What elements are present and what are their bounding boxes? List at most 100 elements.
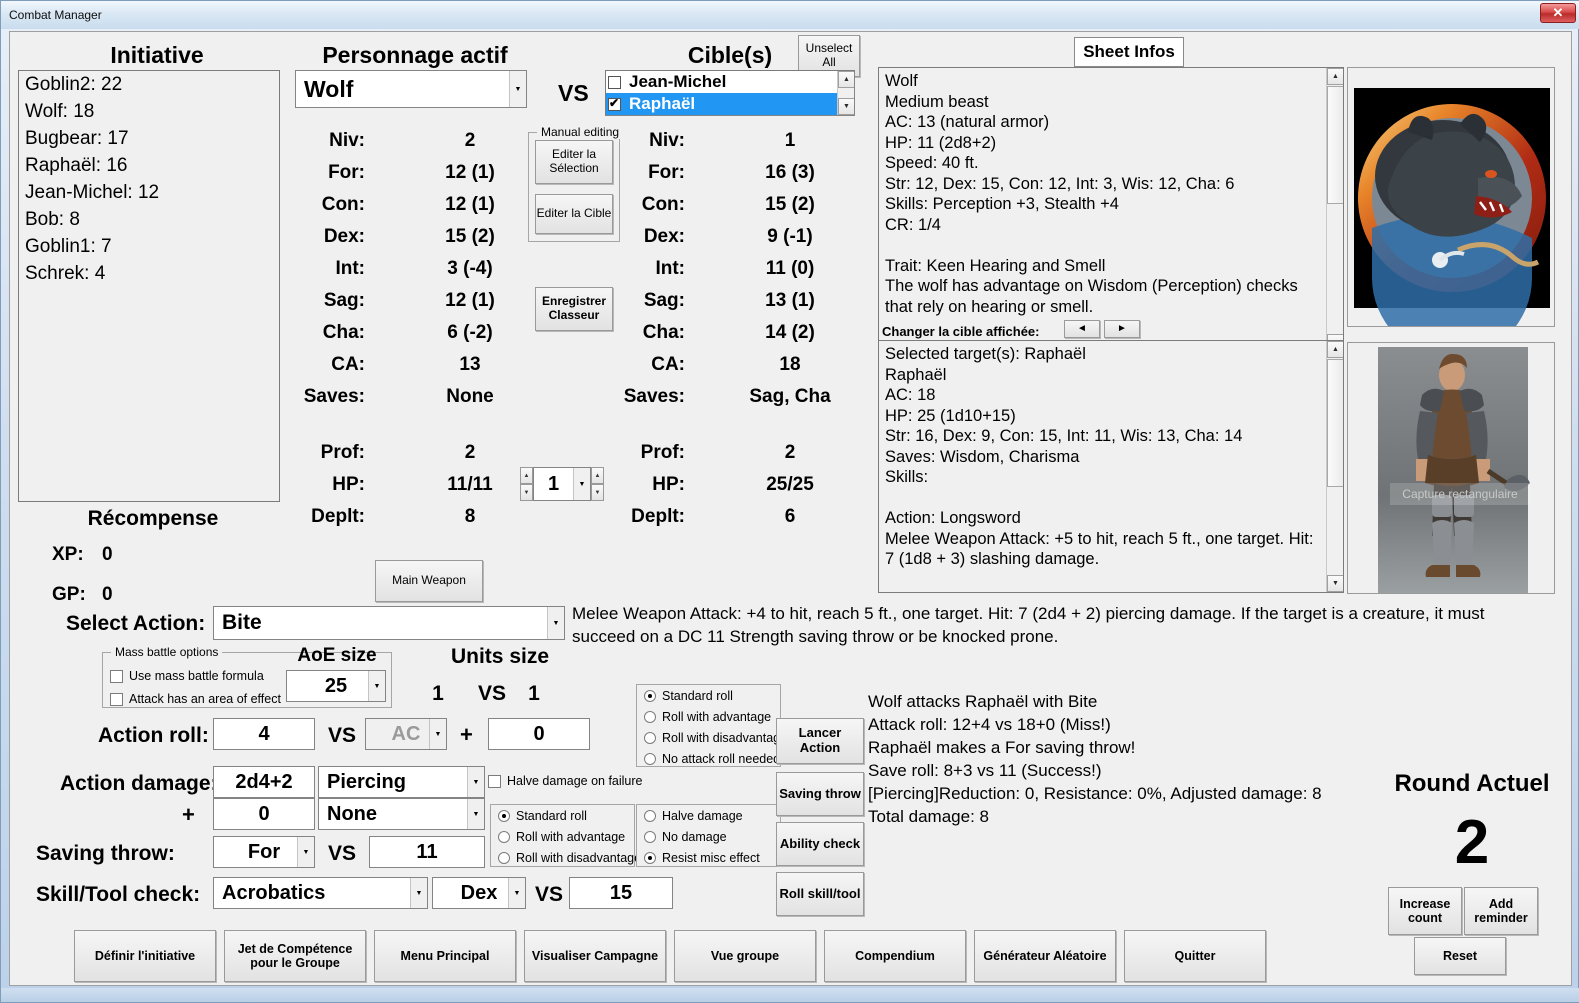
next-target-button[interactable]: ► [1104,320,1140,338]
checkbox-icon[interactable] [110,692,123,706]
saving-dc-input[interactable]: 11 [369,836,485,868]
list-item[interactable]: Goblin2: 22 [19,71,279,98]
radio-icon[interactable] [498,810,510,822]
aoe-checkbox[interactable]: Attack has an area of effect [110,692,281,706]
action-roll-input[interactable]: 4 [213,718,315,750]
spinner-down-icon[interactable]: ▼ [520,484,533,501]
tab-sheet-infos[interactable]: Sheet Infos [1074,37,1184,67]
spinner-up-icon[interactable]: ▲ [520,467,533,484]
target-list[interactable]: Jean-Michel Raphaël ▲ ▼ [605,70,855,116]
radio-icon[interactable] [498,852,510,864]
chevron-down-icon[interactable]: ▼ [509,71,526,107]
scroll-down-icon[interactable]: ▼ [1327,575,1343,592]
save-effect-option[interactable]: Resist misc effect [644,851,760,865]
action-roll-bonus-input[interactable]: 0 [488,718,590,750]
halve-damage-on-failure-checkbox[interactable]: Halve damage on failure [488,774,643,788]
list-item[interactable]: Jean-Michel: 12 [19,179,279,206]
chevron-down-icon[interactable]: ▼ [368,671,385,701]
list-item[interactable]: Raphaël: 16 [19,152,279,179]
attack-roll-option[interactable]: Roll with disadvantage [644,731,787,745]
roll-skill-tool-button[interactable]: Roll skill/tool [776,872,864,916]
checkbox-icon[interactable] [110,669,123,683]
close-icon[interactable]: ✕ [1540,3,1576,23]
active-character-select[interactable]: Wolf ▼ [295,70,527,108]
launch-action-button[interactable]: Lancer Action [776,718,864,764]
radio-icon[interactable] [644,690,656,702]
scroll-thumb[interactable] [1327,86,1343,204]
checkbox-icon[interactable] [608,96,621,111]
aoe-size-dropdown[interactable]: 25 ▼ [286,670,386,702]
radio-icon[interactable] [644,753,656,765]
save-roll-option[interactable]: Roll with advantage [498,830,625,844]
scroll-up-icon[interactable]: ▲ [1327,341,1343,358]
hp-spinner-input[interactable]: 1 ▼ [533,467,591,501]
chevron-down-icon[interactable]: ▼ [467,767,484,797]
scroll-up-icon[interactable]: ▲ [838,71,854,88]
scroll-up-icon[interactable]: ▲ [1327,68,1343,85]
random-generator-button[interactable]: Générateur Aléatoire [974,930,1116,982]
action-roll-target-dropdown[interactable]: AC ▼ [365,718,447,750]
chevron-down-icon[interactable]: ▼ [467,799,484,829]
list-item[interactable]: Bugbear: 17 [19,125,279,152]
compendium-button[interactable]: Compendium [824,930,966,982]
sheet-info-panel[interactable]: Wolf Medium beast AC: 13 (natural armor)… [878,67,1344,352]
attack-roll-option[interactable]: Roll with advantage [644,710,771,724]
save-effect-option[interactable]: Halve damage [644,809,743,823]
list-item[interactable]: Goblin1: 7 [19,233,279,260]
target-list-item[interactable]: Raphaël [606,93,839,115]
target-info-panel[interactable]: Selected target(s): Raphaël Raphaël AC: … [878,340,1344,593]
increase-count-button[interactable]: Increase count [1388,887,1462,935]
chevron-down-icon[interactable]: ▼ [429,719,446,749]
checkbox-icon[interactable] [488,774,501,788]
checkbox-icon[interactable] [608,75,621,89]
saving-throw-button[interactable]: Saving throw [776,772,864,816]
select-action-dropdown[interactable]: Bite ▼ [213,606,565,640]
use-mass-battle-checkbox[interactable]: Use mass battle formula [110,669,264,683]
damage-type-dropdown[interactable]: Piercing ▼ [318,766,485,798]
chevron-down-icon[interactable]: ▼ [547,607,564,639]
target-list-scrollbar[interactable]: ▲ ▼ [837,71,854,115]
saving-ability-dropdown[interactable]: For ▼ [213,836,315,868]
chevron-down-icon[interactable]: ▼ [508,878,525,908]
save-roll-option[interactable]: Roll with disadvantage [498,851,641,865]
group-view-button[interactable]: Vue groupe [674,930,816,982]
list-item[interactable]: Schrek: 4 [19,260,279,287]
radio-icon[interactable] [644,732,656,744]
spinner-left-buttons[interactable]: ▲ ▼ [520,467,533,501]
target-list-item[interactable]: Jean-Michel [606,71,839,93]
damage-dice-input[interactable]: 2d4+2 [213,766,315,798]
set-initiative-button[interactable]: Définir l'initiative [74,930,216,982]
view-campaign-button[interactable]: Visualiser Campagne [524,930,666,982]
quit-button[interactable]: Quitter [1124,930,1266,982]
sheet-info-scrollbar[interactable]: ▲ ▼ [1326,68,1343,351]
attack-roll-option[interactable]: Standard roll [644,689,733,703]
scroll-down-icon[interactable]: ▼ [838,98,854,115]
target-info-scrollbar[interactable]: ▲ ▼ [1326,341,1343,592]
radio-icon[interactable] [644,831,656,843]
radio-icon[interactable] [644,852,656,864]
group-skill-roll-button[interactable]: Jet de Compétence pour le Groupe [224,930,366,982]
scroll-thumb[interactable] [1327,359,1343,487]
initiative-list[interactable]: Goblin2: 22 Wolf: 18 Bugbear: 17 Raphaël… [18,70,280,502]
reset-button[interactable]: Reset [1414,937,1506,975]
radio-icon[interactable] [498,831,510,843]
hp-spinner[interactable]: ▲ ▼ 1 ▼ ▲ ▼ [520,467,604,501]
damage-type2-dropdown[interactable]: None ▼ [318,798,485,830]
damage-dice2-input[interactable]: 0 [213,798,315,830]
add-reminder-button[interactable]: Add reminder [1464,887,1538,935]
chevron-down-icon[interactable]: ▼ [410,878,427,908]
main-menu-button[interactable]: Menu Principal [374,930,516,982]
list-item[interactable]: Wolf: 18 [19,98,279,125]
skill-dc-input[interactable]: 15 [569,877,673,909]
attack-roll-option[interactable]: No attack roll needed [644,752,780,766]
main-weapon-button[interactable]: Main Weapon [375,560,483,602]
save-roll-option[interactable]: Standard roll [498,809,587,823]
chevron-down-icon[interactable]: ▼ [297,837,314,867]
prev-target-button[interactable]: ◄ [1064,320,1100,338]
skill-ability-dropdown[interactable]: Dex ▼ [432,877,526,909]
radio-icon[interactable] [644,810,656,822]
radio-icon[interactable] [644,711,656,723]
chevron-down-icon[interactable]: ▼ [573,468,590,500]
save-effect-option[interactable]: No damage [644,830,727,844]
ability-check-button[interactable]: Ability check [776,822,864,866]
